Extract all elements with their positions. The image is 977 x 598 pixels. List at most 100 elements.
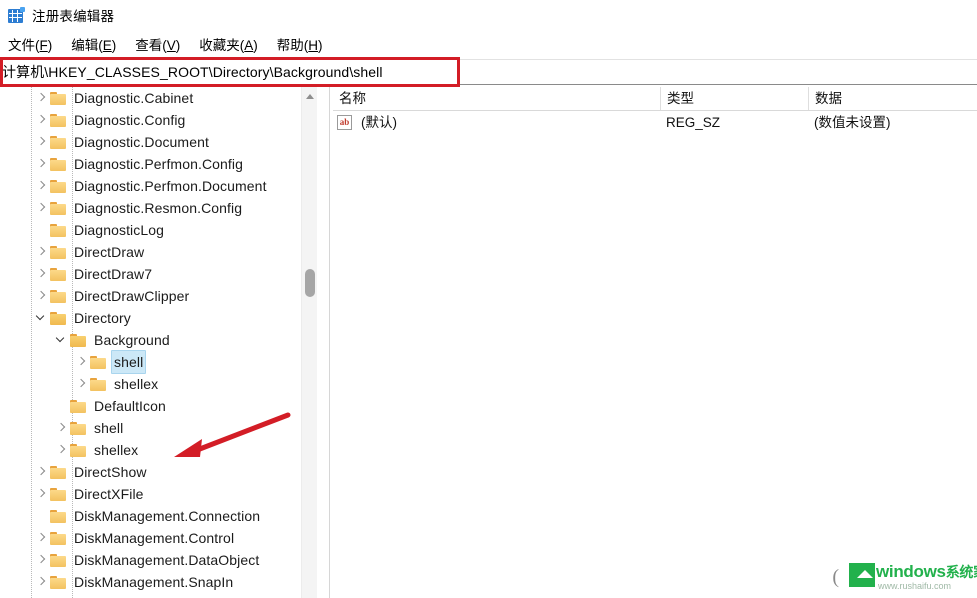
tree-item[interactable]: Diagnostic.Resmon.Config (0, 197, 312, 219)
menu-item-label: 文件 (8, 37, 35, 53)
folder-icon (50, 157, 67, 171)
column-header-2[interactable]: 数据 (808, 87, 977, 110)
chevron-right-icon[interactable] (54, 439, 70, 461)
menu-item-3[interactable]: 收藏夹(A) (199, 32, 267, 56)
tree-item-label: DefaultIcon (94, 398, 166, 414)
menu-item-0[interactable]: 文件(F) (8, 32, 61, 56)
tree-item-label: DirectDrawClipper (74, 288, 190, 304)
folder-icon (50, 487, 67, 501)
tree-item[interactable]: shellex (0, 439, 312, 461)
values-column-header: 名称 类型 数据 (333, 87, 977, 111)
tree-item[interactable]: Diagnostic.Perfmon.Document (0, 175, 312, 197)
chevron-right-icon[interactable] (34, 241, 50, 263)
watermark-brand-cn: 系统家园 (945, 564, 977, 580)
tree-item[interactable]: DiagnosticLog (0, 219, 312, 241)
menu-item-label: 查看 (135, 37, 163, 53)
folder-icon (50, 223, 67, 237)
column-header-0[interactable]: 名称 (333, 87, 660, 110)
chevron-right-icon[interactable] (34, 109, 50, 131)
tree-item[interactable]: Background (0, 329, 312, 351)
tree-item-label: Diagnostic.Cabinet (74, 90, 194, 106)
tree-item-label: DiskManagement.Connection (74, 508, 261, 524)
menu-item-label: 收藏夹 (199, 37, 240, 53)
registry-tree-pane[interactable]: Diagnostic.Cabinet Diagnostic.Config Diagn… (0, 87, 330, 598)
watermark: ( windows系统家园 www.rushaifu.com (832, 560, 977, 594)
title-bar: 注册表编辑器 (0, 0, 977, 30)
tree-item[interactable]: DiskManagement.DataObject (0, 549, 312, 571)
tree-item[interactable]: DirectDrawClipper (0, 285, 312, 307)
column-header-1[interactable]: 类型 (660, 87, 808, 110)
registry-tree-list: Diagnostic.Cabinet Diagnostic.Config Diagn… (0, 87, 312, 598)
folder-icon (50, 179, 67, 193)
tree-item-label: Directory (74, 310, 131, 326)
chevron-right-icon[interactable] (34, 483, 50, 505)
tree-item[interactable]: Directory (0, 307, 312, 329)
chevron-right-icon[interactable] (34, 197, 50, 219)
tree-item[interactable]: DirectDraw7 (0, 263, 312, 285)
chevron-right-icon[interactable] (34, 153, 50, 175)
tree-item[interactable]: DefaultIcon (0, 395, 312, 417)
window-title: 注册表编辑器 (32, 9, 115, 24)
chevron-down-icon[interactable] (34, 307, 50, 329)
menu-item-4[interactable]: 帮助(H) (277, 32, 332, 56)
watermark-brand: windows系统家园 (876, 562, 977, 582)
chevron-right-icon[interactable] (34, 131, 50, 153)
scroll-up-arrow-icon[interactable] (302, 87, 318, 104)
folder-icon (70, 443, 87, 457)
tree-item[interactable]: Diagnostic.Document (0, 131, 312, 153)
tree-item-label: DiskManagement.Control (74, 530, 235, 546)
tree-item-label: DiskManagement.SnapInAbout (71, 593, 273, 598)
registry-values-pane[interactable]: 名称 类型 数据 ab (默认) REG_SZ (数值未设置) (333, 87, 977, 598)
tree-item[interactable]: DirectDraw (0, 241, 312, 263)
chevron-right-icon[interactable] (74, 373, 90, 395)
tree-item-selected[interactable]: shell (0, 350, 312, 374)
value-cell-name: (默认) (361, 115, 397, 130)
tree-item[interactable]: DiskManagement.Control (0, 527, 312, 549)
folder-icon (50, 201, 67, 215)
tree-item[interactable]: DiskManagement.SnapInAbout (0, 593, 312, 598)
tree-item[interactable]: DiskManagement.Connection (0, 505, 312, 527)
tree-item-label: Diagnostic.Config (74, 112, 186, 128)
watermark-brand-en: windows (876, 562, 946, 581)
value-row[interactable]: ab (默认) REG_SZ (数值未设置) (333, 111, 977, 135)
tree-item[interactable]: Diagnostic.Config (0, 109, 312, 131)
chevron-right-icon[interactable] (34, 461, 50, 483)
chevron-right-icon[interactable] (74, 351, 90, 373)
address-bar[interactable]: 计算机\HKEY_CLASSES_ROOT\Directory\Backgrou… (0, 59, 977, 85)
tree-item[interactable]: Diagnostic.Perfmon.Config (0, 153, 312, 175)
tree-item[interactable]: DirectXFile (0, 483, 312, 505)
folder-icon (90, 377, 107, 391)
tree-item[interactable]: shell (0, 417, 312, 439)
watermark-url: www.rushaifu.com (878, 581, 952, 591)
folder-icon (50, 113, 67, 127)
chevron-right-icon[interactable] (34, 593, 50, 598)
tree-vertical-scrollbar[interactable] (301, 87, 317, 598)
tree-item-label: Diagnostic.Perfmon.Document (74, 178, 267, 194)
menu-item-label: 编辑 (71, 37, 99, 53)
chevron-right-icon[interactable] (34, 527, 50, 549)
registry-editor-icon (8, 6, 25, 24)
scrollbar-thumb[interactable] (305, 269, 315, 297)
folder-icon (50, 91, 67, 105)
tree-item[interactable]: Diagnostic.Cabinet (0, 87, 312, 109)
chevron-right-icon[interactable] (34, 571, 50, 593)
chevron-right-icon[interactable] (54, 417, 70, 439)
chevron-down-icon[interactable] (54, 329, 70, 351)
chevron-right-icon[interactable] (34, 87, 50, 109)
folder-icon (50, 553, 67, 567)
tree-item[interactable]: shellex (0, 373, 312, 395)
menu-item-1[interactable]: 编辑(E) (71, 32, 125, 56)
chevron-right-icon[interactable] (34, 175, 50, 197)
menu-item-2[interactable]: 查看(V) (135, 32, 189, 56)
value-cell-data: (数值未设置) (814, 115, 891, 130)
tree-item[interactable]: DirectShow (0, 461, 312, 483)
watermark-paren: ( (832, 565, 839, 588)
tree-item[interactable]: DiskManagement.SnapIn (0, 571, 312, 593)
chevron-right-icon[interactable] (34, 285, 50, 307)
watermark-logo: windows系统家园 www.rushaifu.com (849, 561, 977, 593)
chevron-right-icon[interactable] (34, 263, 50, 285)
chevron-right-icon[interactable] (34, 549, 50, 571)
folder-icon (50, 267, 67, 281)
